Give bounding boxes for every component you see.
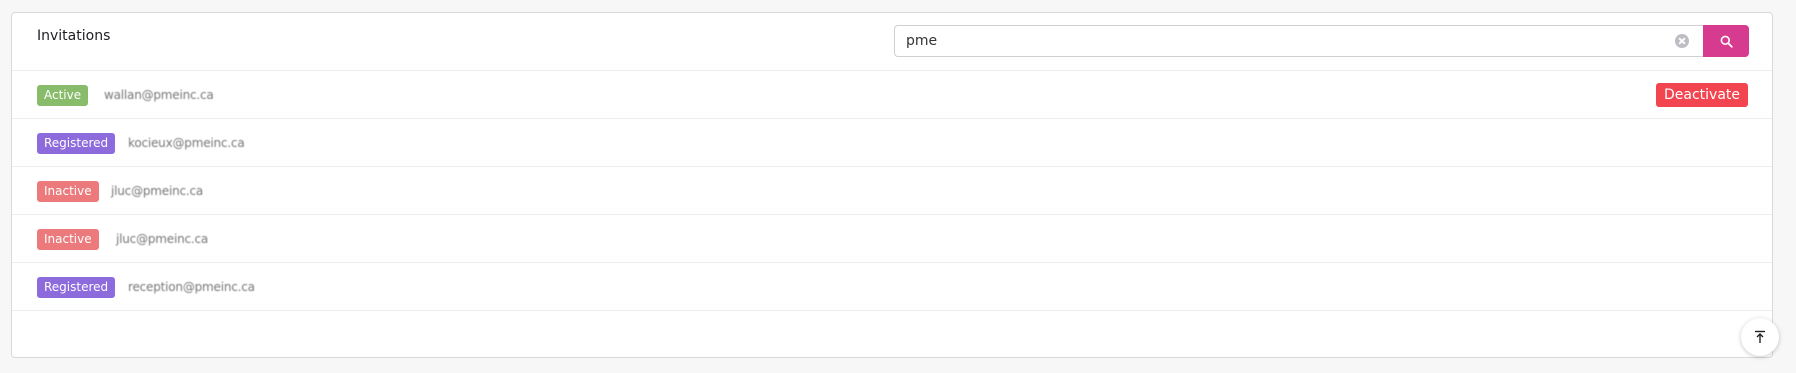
deactivate-button[interactable]: Deactivate [1655,83,1748,107]
status-badge: Inactive [37,229,99,250]
list-item: Registered reception@pmeinc.ca [12,263,1772,311]
invitations-card: Invitations Active wallan@pmeinc.ca Deac… [11,12,1773,358]
list-item: Inactive jluc@pmeinc.ca [12,215,1772,263]
list-item: Inactive jluc@pmeinc.ca [12,167,1772,215]
status-badge: Active [37,85,89,106]
invitation-email: reception@pmeinc.ca [128,280,255,294]
list-item: Registered kocieux@pmeinc.ca [12,119,1772,167]
list-item: Active wallan@pmeinc.ca Deactivate [12,71,1772,119]
search-button[interactable] [1703,25,1749,57]
invitation-email: jluc@pmeinc.ca [111,184,204,198]
invitation-email: jluc@pmeinc.ca [116,232,209,246]
page-title: Invitations [37,28,111,44]
clear-circle-icon[interactable] [1675,34,1689,48]
invitation-email: wallan@pmeinc.ca [104,88,214,102]
invitation-list: Active wallan@pmeinc.ca Deactivate Regis… [12,71,1772,311]
scroll-to-top-button[interactable] [1741,318,1779,356]
arrow-up-to-line-icon [1755,330,1765,343]
search-bar [894,25,1751,57]
status-badge: Inactive [37,181,99,202]
status-badge: Registered [37,133,116,154]
status-badge: Registered [37,277,116,298]
search-input[interactable] [894,25,1703,57]
card-header: Invitations [12,13,1772,71]
search-icon [1720,35,1733,48]
invitation-email: kocieux@pmeinc.ca [128,136,245,150]
